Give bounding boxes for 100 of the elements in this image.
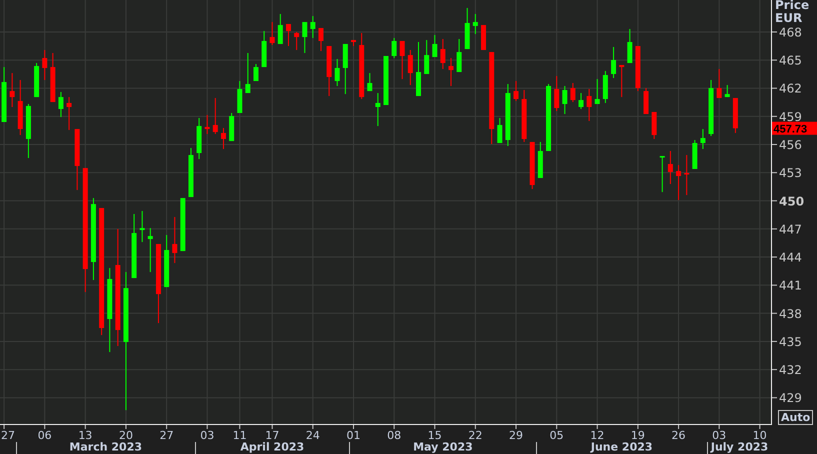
y-tick-label: 441 — [779, 278, 802, 293]
candlestick — [627, 28, 632, 64]
x-tick-label: 20 — [118, 429, 133, 442]
candlestick — [237, 80, 242, 114]
candlestick — [456, 38, 462, 73]
candlestick — [286, 24, 291, 47]
candlestick — [594, 78, 600, 104]
candlestick — [375, 92, 380, 127]
candlestick — [132, 214, 137, 279]
candlestick — [708, 80, 714, 136]
y-tick-label: 468 — [779, 25, 802, 40]
candlestick — [253, 64, 258, 82]
candlestick — [432, 34, 438, 58]
auto-scale-button[interactable]: Auto — [778, 410, 814, 425]
candlestick — [204, 114, 210, 134]
candlestick — [530, 141, 535, 190]
candlestick — [278, 13, 283, 44]
y-tick-label: 438 — [779, 306, 802, 321]
y-tick-label: 459 — [779, 110, 802, 124]
x-tick-label: 05 — [550, 429, 564, 442]
y-tick-label: 450 — [779, 194, 804, 208]
candlestick — [392, 37, 397, 59]
candlestick — [522, 90, 527, 142]
y-tick-label: 456 — [779, 138, 802, 152]
candlestick — [586, 88, 592, 122]
candlestick — [619, 64, 624, 98]
candlestick — [700, 128, 706, 150]
candlestick — [50, 52, 56, 103]
last-price-label: 457.73 — [772, 122, 817, 136]
candlestick — [351, 40, 356, 47]
month-label: March 2023 — [69, 440, 142, 454]
candlestick — [668, 150, 673, 184]
candlestick — [310, 16, 316, 38]
candlestick — [212, 98, 218, 134]
candlestick — [692, 140, 698, 170]
candlestick — [570, 82, 576, 103]
x-tick-label: 11 — [232, 429, 247, 442]
x-tick-label: 27 — [1, 429, 15, 442]
month-label: April 2023 — [240, 440, 304, 454]
candlestick — [342, 43, 348, 95]
y-tick-label: 444 — [779, 250, 802, 265]
candlestick — [684, 154, 690, 196]
candlestick — [367, 72, 372, 92]
x-tick-label: 06 — [38, 429, 52, 442]
candlestick — [262, 30, 267, 68]
month-label: June 2023 — [590, 440, 653, 454]
candlestick — [724, 84, 730, 98]
candlestick — [229, 112, 234, 142]
candlestick — [505, 84, 510, 146]
y-tick-label: 447 — [779, 222, 802, 236]
candlestick — [180, 198, 186, 252]
candlestick — [294, 31, 300, 50]
x-tick-label: 10 — [752, 429, 767, 442]
x-tick-label: 19 — [630, 429, 645, 442]
y-tick-label: 432 — [779, 363, 802, 378]
candlestick — [58, 92, 64, 118]
candlestick — [644, 88, 649, 115]
candlestick — [384, 55, 388, 106]
candlestick — [472, 13, 478, 35]
candlestick — [416, 42, 421, 97]
candlestick — [481, 24, 486, 50]
candlestick — [18, 80, 23, 136]
candlestick — [172, 216, 178, 264]
y-tick-label: 429 — [779, 391, 802, 406]
x-tick-label: 24 — [306, 429, 320, 442]
candlestick — [514, 80, 519, 102]
candlestick — [546, 84, 552, 152]
candlestick — [400, 40, 405, 80]
candlestick — [10, 72, 15, 108]
candlestick — [34, 62, 40, 98]
y-tick-label: 435 — [779, 334, 802, 349]
candlestick — [74, 128, 80, 190]
candlestick — [611, 46, 616, 79]
x-tick-label: 22 — [468, 429, 482, 442]
candlestick — [188, 147, 194, 198]
candlestick — [554, 76, 560, 112]
candlestick — [578, 92, 584, 110]
candlestick — [408, 49, 413, 86]
candlestick — [424, 40, 430, 74]
x-tick-label: 13 — [78, 429, 92, 442]
candlestick — [448, 58, 454, 86]
candlestick — [359, 32, 364, 100]
month-label: July 2023 — [710, 440, 768, 454]
candlestick — [562, 86, 568, 115]
x-tick-label: 03 — [712, 429, 726, 442]
candlestick — [660, 156, 665, 193]
candlestick — [732, 98, 738, 134]
candlestick — [716, 68, 722, 98]
candlestick — [66, 96, 72, 130]
candlestick — [164, 234, 170, 288]
candlestick — [302, 22, 308, 54]
candlestick — [196, 117, 202, 160]
x-tick-label: 03 — [200, 429, 214, 442]
x-tick-label: 17 — [265, 429, 280, 442]
y-tick-label: 453 — [779, 166, 802, 180]
y-tick-label: 465 — [779, 54, 802, 68]
candlestick — [538, 141, 543, 178]
candlestick — [635, 46, 640, 92]
month-label: May 2023 — [413, 440, 473, 454]
candlestick — [326, 46, 332, 97]
